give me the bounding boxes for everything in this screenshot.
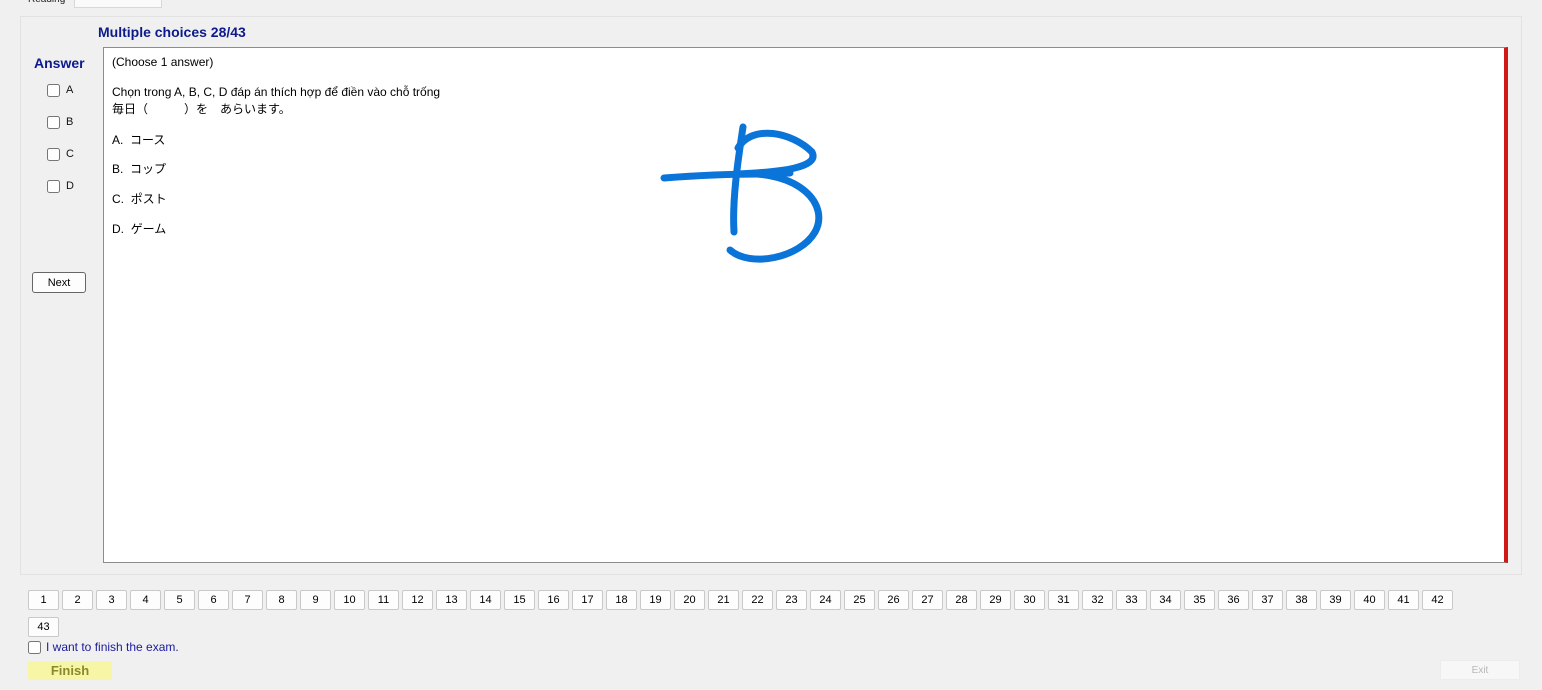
question-nav-button[interactable]: 27 — [912, 590, 943, 610]
tab-current[interactable] — [74, 0, 162, 8]
handwritten-b-annotation — [660, 123, 823, 263]
question-nav-button[interactable]: 38 — [1286, 590, 1317, 610]
question-nav-button[interactable]: 30 — [1014, 590, 1045, 610]
question-navigator-row: 43 — [28, 617, 62, 637]
answer-option-d[interactable]: D — [47, 178, 74, 194]
answer-option-a[interactable]: A — [47, 82, 73, 98]
exit-button[interactable]: Exit — [1440, 660, 1520, 680]
question-nav-button[interactable]: 3 — [96, 590, 127, 610]
question-nav-button[interactable]: 13 — [436, 590, 467, 610]
tab-strip: Reading — [0, 0, 1542, 8]
question-nav-button[interactable]: 17 — [572, 590, 603, 610]
question-sentence: 毎日（ ）を あらいます。 — [112, 102, 291, 116]
question-navigator-row: 1 2 3 4 5 6 7 8 9 10 11 12 13 14 15 16 17 18 19 20 21 22 23 24 2… — [28, 590, 1456, 610]
question-nav-button[interactable]: 29 — [980, 590, 1011, 610]
question-nav-button[interactable]: 15 — [504, 590, 535, 610]
answer-checkbox-c[interactable] — [47, 147, 60, 161]
finish-confirm-checkbox[interactable] — [28, 640, 41, 654]
question-nav-button[interactable]: 23 — [776, 590, 807, 610]
handwritten-stroke — [726, 129, 823, 263]
answer-option-c[interactable]: C — [47, 146, 74, 162]
question-nav-button[interactable]: 36 — [1218, 590, 1249, 610]
question-nav-button[interactable]: 35 — [1184, 590, 1215, 610]
answer-option-label: B — [66, 116, 74, 128]
question-nav-button[interactable]: 20 — [674, 590, 705, 610]
answer-checkbox-a[interactable] — [47, 83, 60, 97]
answer-option-label: C — [66, 148, 74, 160]
answer-heading: Answer — [34, 55, 85, 71]
question-nav-button[interactable]: 5 — [164, 590, 195, 610]
question-prompt: Chọn trong A, B, C, D đáp án thích hợp đ… — [112, 85, 441, 99]
finish-confirm-label: I want to finish the exam. — [46, 640, 179, 654]
answer-checkbox-d[interactable] — [47, 179, 60, 193]
question-nav-button[interactable]: 16 — [538, 590, 569, 610]
choice-c: C. ポスト — [112, 192, 167, 206]
question-nav-button[interactable]: 39 — [1320, 590, 1351, 610]
question-nav-button[interactable]: 34 — [1150, 590, 1181, 610]
question-nav-button[interactable]: 6 — [198, 590, 229, 610]
tab-reading[interactable]: Reading — [24, 0, 69, 8]
answer-checkbox-b[interactable] — [47, 115, 60, 129]
question-nav-button[interactable]: 2 — [62, 590, 93, 610]
question-nav-button[interactable]: 37 — [1252, 590, 1283, 610]
question-nav-button[interactable]: 8 — [266, 590, 297, 610]
question-nav-button[interactable]: 21 — [708, 590, 739, 610]
question-instruction: (Choose 1 answer) — [112, 55, 214, 69]
question-nav-button[interactable]: 31 — [1048, 590, 1079, 610]
question-nav-button[interactable]: 22 — [742, 590, 773, 610]
question-nav-button[interactable]: 14 — [470, 590, 501, 610]
question-nav-button[interactable]: 10 — [334, 590, 365, 610]
question-nav-button[interactable]: 1 — [28, 590, 59, 610]
question-nav-button[interactable]: 40 — [1354, 590, 1385, 610]
finish-confirm[interactable]: I want to finish the exam. — [28, 640, 179, 654]
question-nav-button[interactable]: 18 — [606, 590, 637, 610]
question-nav-button[interactable]: 33 — [1116, 590, 1147, 610]
next-button[interactable]: Next — [32, 272, 86, 293]
question-nav-button[interactable]: 7 — [232, 590, 263, 610]
question-nav-button[interactable]: 32 — [1082, 590, 1113, 610]
question-nav-button[interactable]: 43 — [28, 617, 59, 637]
question-nav-button[interactable]: 12 — [402, 590, 433, 610]
question-nav-button[interactable]: 42 — [1422, 590, 1453, 610]
question-nav-button[interactable]: 4 — [130, 590, 161, 610]
choice-d: D. ゲーム — [112, 222, 167, 236]
question-nav-button[interactable]: 24 — [810, 590, 841, 610]
answer-option-b[interactable]: B — [47, 114, 73, 130]
choice-b: B. コップ — [112, 162, 167, 176]
section-title: Multiple choices 28/43 — [98, 24, 246, 40]
question-nav-button[interactable]: 41 — [1388, 590, 1419, 610]
question-nav-button[interactable]: 25 — [844, 590, 875, 610]
finish-button[interactable]: Finish — [28, 661, 112, 680]
question-nav-button[interactable]: 9 — [300, 590, 331, 610]
answer-option-label: A — [66, 84, 74, 96]
answer-option-label: D — [66, 180, 74, 192]
question-nav-button[interactable]: 26 — [878, 590, 909, 610]
question-nav-button[interactable]: 28 — [946, 590, 977, 610]
question-nav-button[interactable]: 11 — [368, 590, 399, 610]
question-nav-button[interactable]: 19 — [640, 590, 671, 610]
choice-a: A. コース — [112, 133, 166, 147]
